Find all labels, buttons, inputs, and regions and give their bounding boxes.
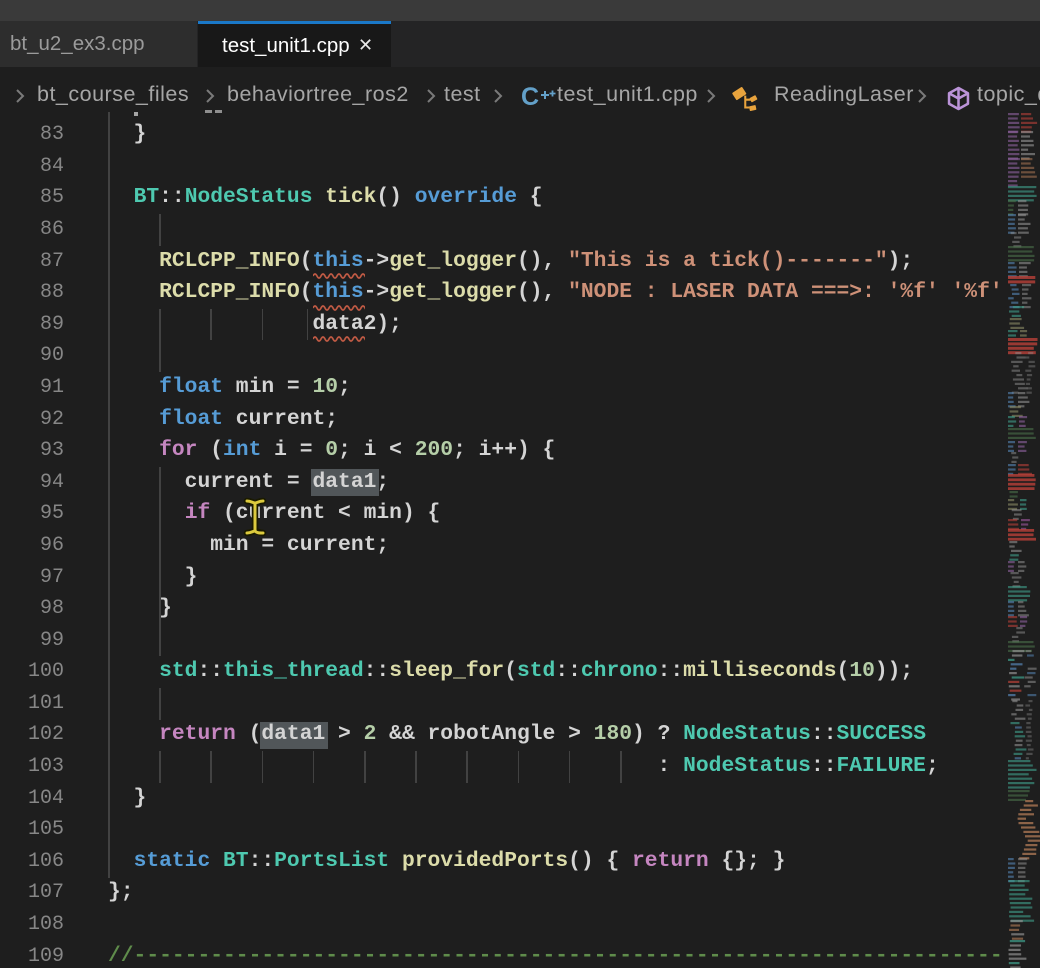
svg-text:C: C	[521, 83, 539, 110]
